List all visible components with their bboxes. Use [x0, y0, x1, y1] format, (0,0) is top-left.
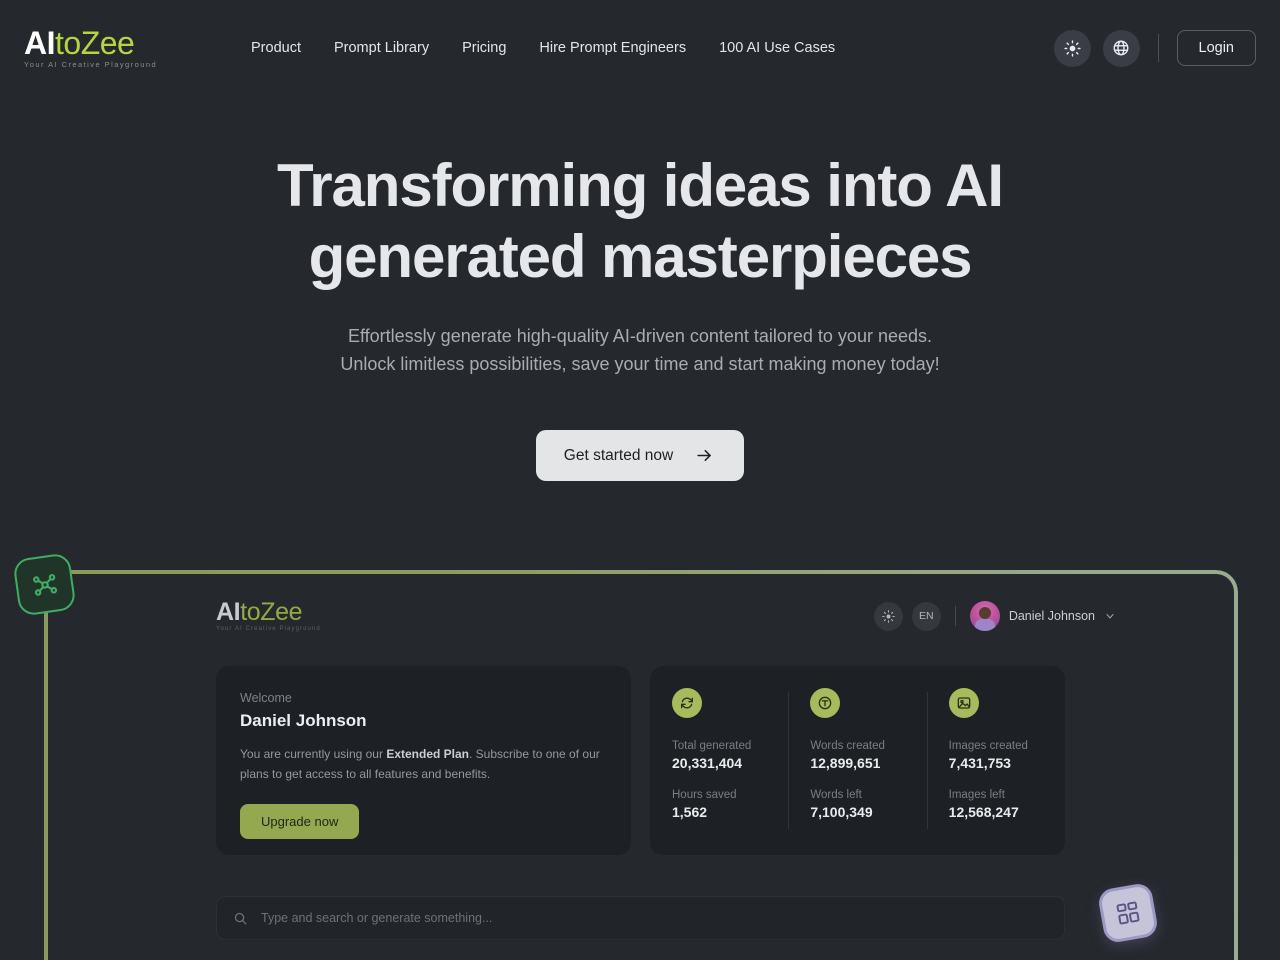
logo-wordmark: AItoZee — [24, 27, 174, 59]
logo-ai-part: AI — [24, 25, 56, 61]
hero-subtitle-line-2: Unlock limitless possibilities, save you… — [340, 354, 940, 374]
nav-links: Product Prompt Library Pricing Hire Prom… — [251, 0, 835, 96]
theme-toggle-button[interactable] — [1053, 29, 1091, 67]
get-started-label: Get started now — [563, 446, 674, 464]
nav-actions: Login — [1053, 0, 1256, 96]
globe-icon — [1113, 40, 1129, 56]
nav-item-prompt-library[interactable]: Prompt Library — [334, 40, 429, 56]
arrow-right-icon — [697, 449, 712, 462]
preview-frame-border — [44, 570, 1238, 960]
get-started-button[interactable]: Get started now — [535, 430, 745, 481]
logo-tagline: Your AI Creative Playground — [24, 60, 158, 69]
nav-item-pricing[interactable]: Pricing — [462, 40, 506, 56]
site-logo[interactable]: AItoZee Your AI Creative Playground — [24, 27, 174, 69]
nav-divider — [1157, 34, 1159, 62]
logo-tozee-part: toZee — [55, 25, 135, 61]
hero-section: Transforming ideas into AI generated mas… — [0, 150, 1280, 481]
hero-subtitle: Effortlessly generate high-quality AI-dr… — [0, 322, 1280, 378]
network-node-icon — [32, 573, 57, 596]
nav-item-product[interactable]: Product — [251, 40, 301, 56]
page-title: Transforming ideas into AI generated mas… — [277, 152, 1004, 290]
top-navigation-bar: AItoZee Your AI Creative Playground Prod… — [0, 0, 1280, 96]
hero-subtitle-line-1: Effortlessly generate high-quality AI-dr… — [347, 326, 932, 346]
grid-dashboard-icon — [1116, 901, 1140, 925]
language-toggle-button[interactable] — [1102, 29, 1140, 67]
sun-icon — [1063, 39, 1081, 57]
nav-item-100-ai-use-cases[interactable]: 100 AI Use Cases — [719, 40, 835, 56]
nav-item-hire-prompt-engineers[interactable]: Hire Prompt Engineers — [539, 40, 686, 56]
grid-dashboard-badge — [1096, 881, 1160, 945]
login-button[interactable]: Login — [1176, 30, 1256, 66]
network-node-badge — [12, 552, 77, 617]
